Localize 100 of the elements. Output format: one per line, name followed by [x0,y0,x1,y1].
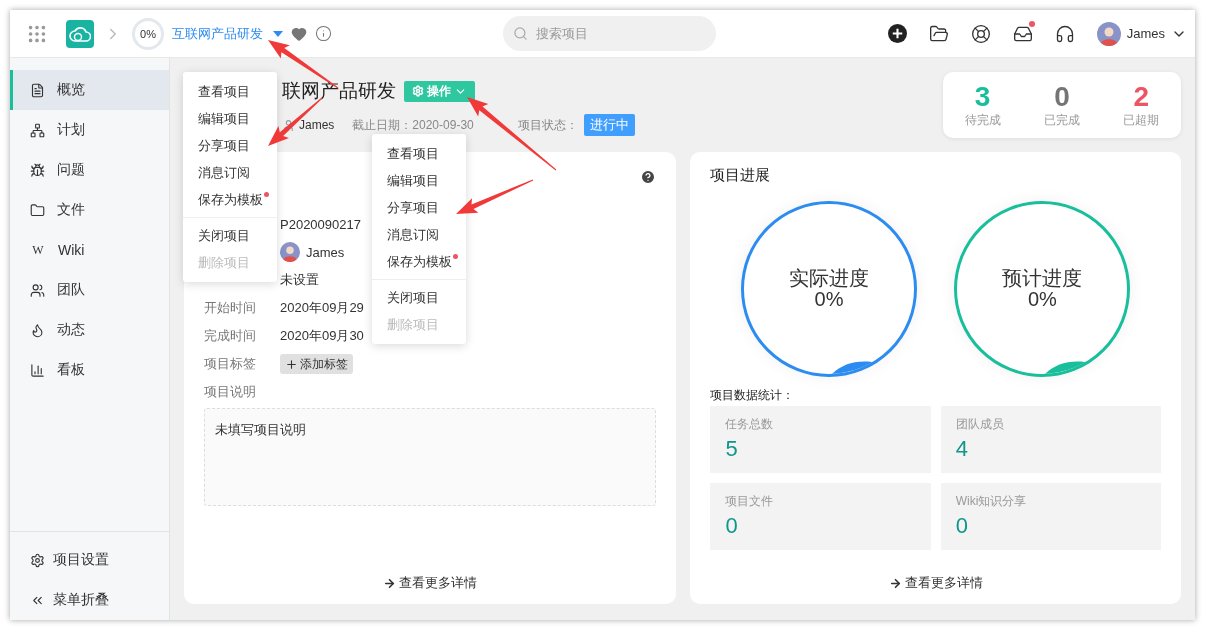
counter-value: 0 [1054,81,1070,112]
stat-value: 0 [725,514,739,538]
menu-item[interactable]: 查看项目 [372,140,466,167]
deadline-text: 截止日期：2020-09-30 [352,116,474,134]
stat-value: 0 [955,514,969,538]
sidebar-item[interactable]: 团队 [10,270,169,310]
stat-label: 项目文件 [725,493,775,510]
stats-title: 项目数据统计： [710,387,795,404]
folder-icon [30,202,45,218]
sidebar-label: 菜单折叠 [53,591,109,609]
search-icon [513,26,529,41]
folder-icon[interactable] [928,23,949,44]
arrow-right-icon [383,576,397,590]
more-details-link[interactable]: 查看更多详情 [383,574,478,592]
sidebar-item[interactable]: 问题 [10,150,169,190]
stat-value: 5 [725,437,739,461]
sidebar-item[interactable]: 文件 [10,190,169,230]
sidebar-item[interactable]: 动态 [10,310,169,350]
add-tag-button[interactable]: 添加标签 [280,354,353,374]
sidebar-item[interactable]: 计划 [10,110,169,150]
flame-icon [30,322,45,338]
menu-item[interactable]: 关闭项目 [183,222,277,249]
field-value: 2020年09月30 [280,327,364,345]
gear-icon [412,85,424,97]
field-value: 2020年09月29 [280,299,364,317]
sidebar-item[interactable]: 菜单折叠 [10,580,169,620]
gauge-label: 实际进度 [789,268,870,288]
stat-label: 团队成员 [955,416,1005,433]
project-name-link[interactable]: 互联网产品研发 [172,24,263,43]
counter-value: 3 [974,81,991,112]
wiki-icon: W [30,242,46,258]
sidebar-label: 团队 [57,281,85,299]
menu-item[interactable]: 分享项目 [183,132,277,159]
gauge-value: 0% [814,288,844,310]
field-value: James [306,244,345,260]
sidebar-item[interactable]: 概览 [10,70,169,110]
heart-icon[interactable] [291,25,307,42]
cloud-logo-icon [66,19,94,48]
menu-item[interactable]: 关闭项目 [372,284,466,311]
sidebar-item[interactable]: W Wiki [10,230,169,270]
menu-item[interactable]: 分享项目 [372,194,466,221]
headset-icon[interactable] [1054,23,1075,44]
field-value: P2020090217 [280,216,361,232]
sidebar-label: Wiki [58,242,85,258]
field-label: 项目标签 [204,355,257,373]
sidebar-label: 文件 [57,201,85,219]
owner-name: James [299,118,335,132]
sidebar-label: 计划 [57,121,85,139]
counter-value: 2 [1133,81,1150,112]
document-icon [30,82,45,98]
sidebar-item[interactable]: 项目设置 [10,540,169,580]
status-badge: 进行中 [583,114,635,136]
field-label: 项目说明 [204,383,257,401]
gauge-label: 预计进度 [1002,268,1083,288]
avatar-icon [280,242,300,262]
card-title: 项目进展 [710,166,771,185]
counter-label: 已完成 [1044,111,1080,129]
plus-icon [285,357,298,371]
bar-chart-icon [30,362,45,378]
field-label: 完成时间 [204,327,257,345]
stat-label: Wiki知识分享 [955,493,1028,510]
menu-item[interactable]: 消息订阅 [183,159,277,186]
people-icon [30,282,45,298]
status-label: 项目状态： [517,116,578,134]
menu-item[interactable]: 编辑项目 [183,105,277,132]
stat-label: 任务总数 [725,416,775,433]
menu-item[interactable]: 消息订阅 [372,221,466,248]
counter-label: 待完成 [964,111,1001,129]
menu-item[interactable]: 保存为模板 [183,186,277,213]
menu-item[interactable]: 保存为模板 [372,248,466,275]
stat-value: 4 [955,437,969,461]
settings-icon [30,552,45,568]
arrow-right-icon [888,576,902,590]
lifebuoy-icon[interactable] [970,23,991,44]
more-details-link[interactable]: 查看更多详情 [888,574,983,592]
help-icon[interactable] [640,169,657,185]
sidebar-label: 项目设置 [53,551,109,569]
inbox-icon[interactable] [1012,23,1033,44]
info-icon[interactable] [315,25,332,42]
sidebar-item[interactable]: 看板 [10,350,169,390]
progress-ring: 0% [132,17,164,50]
menu-item[interactable]: 编辑项目 [372,167,466,194]
search-field[interactable]: 搜索项目 [503,16,717,51]
bug-icon [30,162,45,178]
sidebar-label: 问题 [57,161,85,179]
wave-icon [832,360,873,374]
field-value: 未设置 [280,271,319,289]
user-menu[interactable]: James [1096,21,1187,46]
sidebar-label: 动态 [57,321,85,339]
sidebar-label: 概览 [57,81,85,99]
search-input[interactable]: 搜索项目 [534,25,695,42]
gauge-value: 0% [1027,288,1057,310]
add-icon[interactable] [887,24,907,43]
hierarchy-icon [30,122,45,138]
caret-icon[interactable] [273,30,283,37]
counter-label: 已超期 [1123,111,1160,129]
avatar-icon [1096,21,1121,46]
field-label: 开始时间 [204,299,257,317]
sidebar-label: 看板 [57,361,85,379]
menu-item[interactable]: 查看项目 [183,78,277,105]
